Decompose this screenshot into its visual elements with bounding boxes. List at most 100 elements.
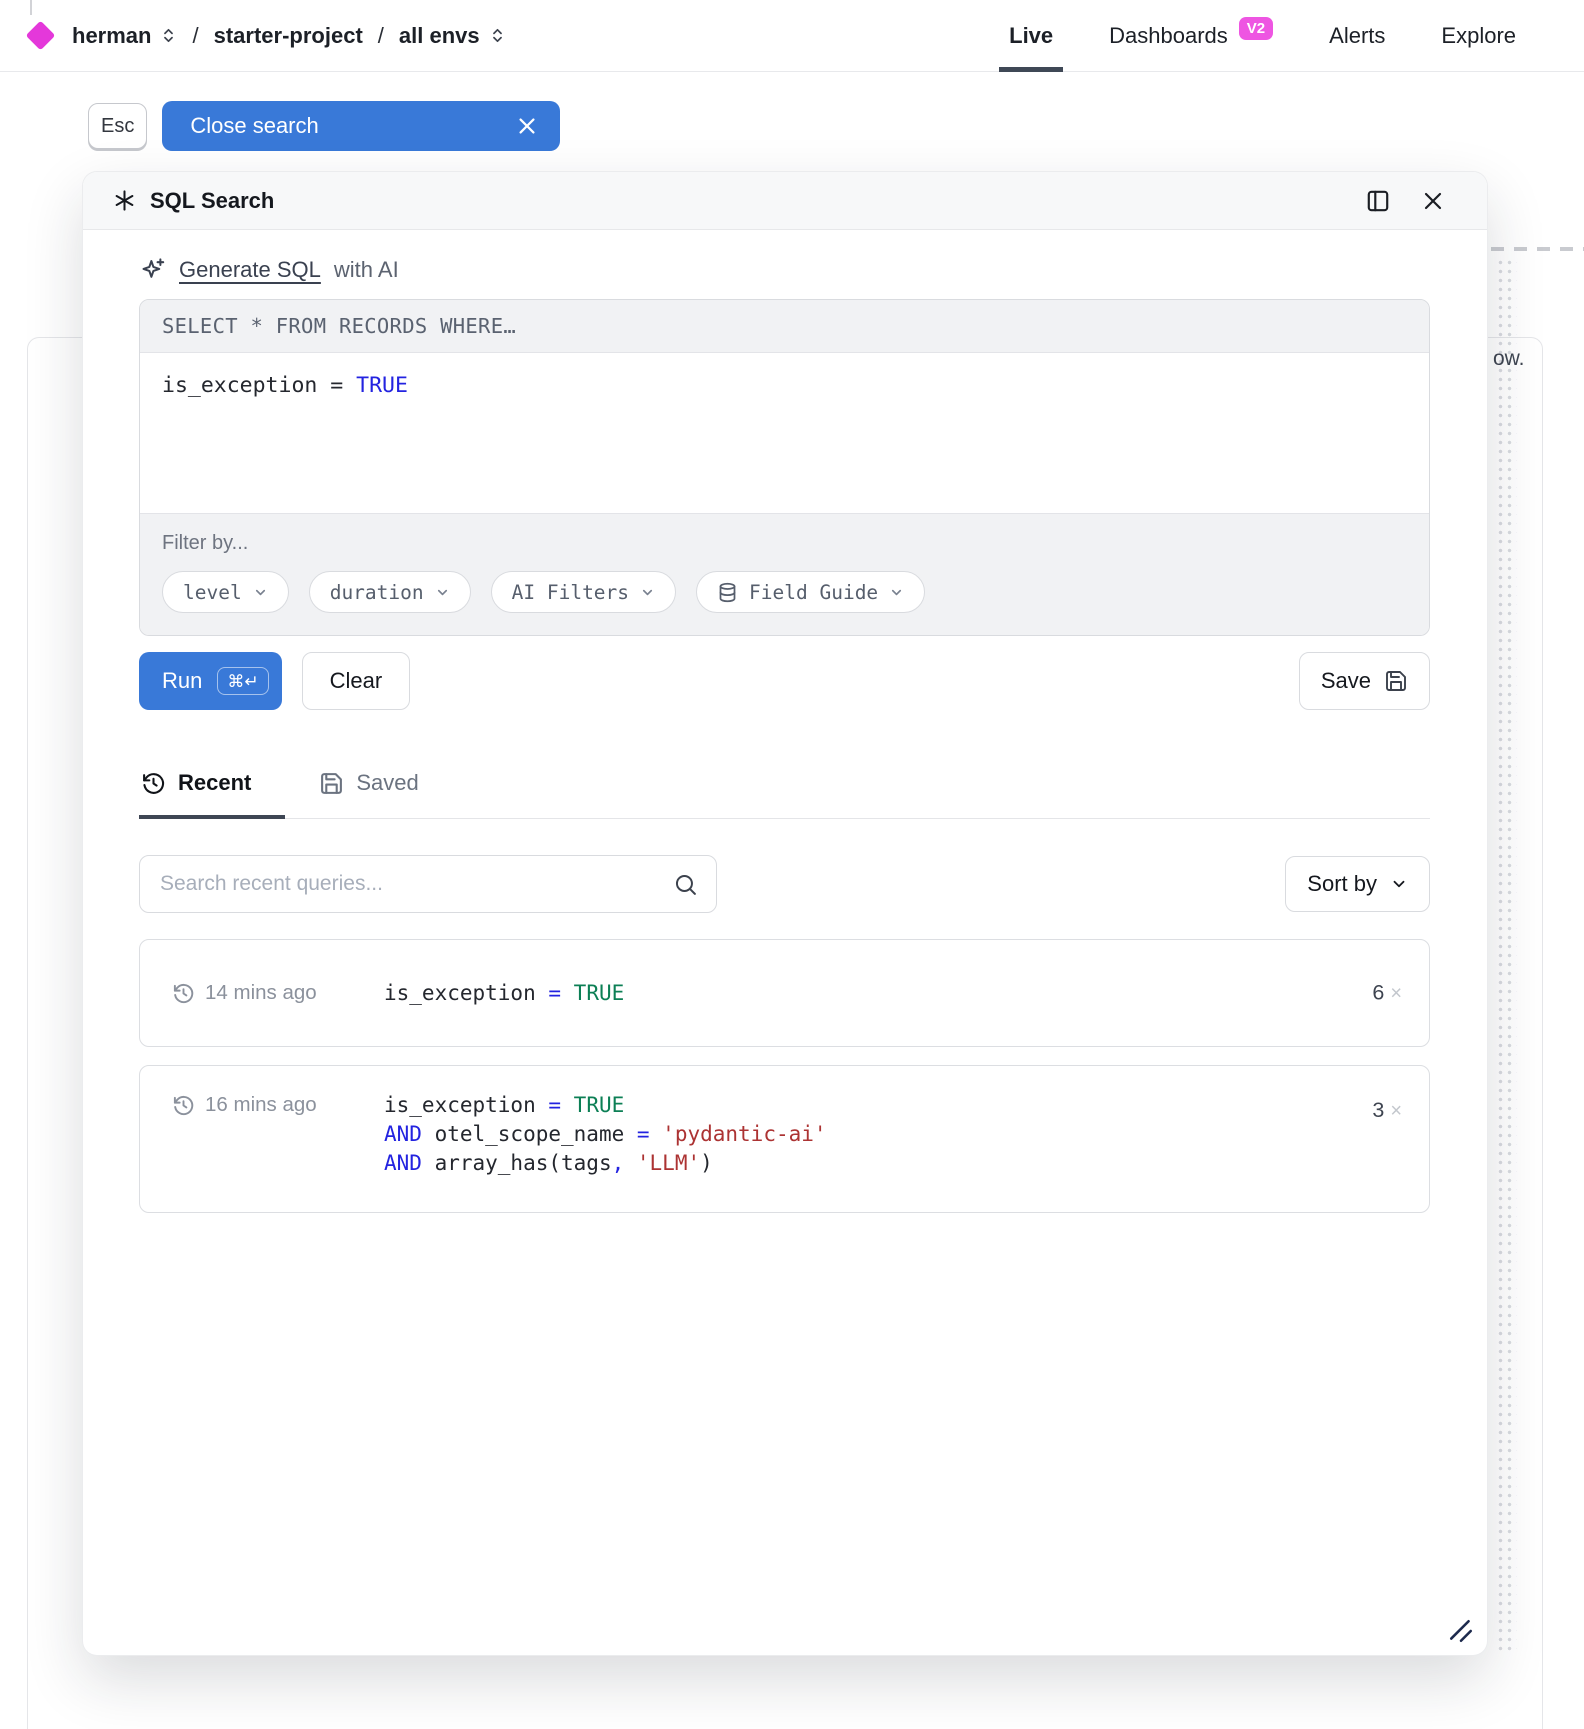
pill-label: Field Guide	[749, 581, 878, 604]
nav-item-label: Dashboards	[1109, 23, 1228, 49]
background-cutoff-text: ow.	[1493, 347, 1525, 371]
code-token: otel_scope_name	[435, 1122, 637, 1146]
code-token: =	[548, 1093, 573, 1117]
chevron-down-icon	[889, 585, 904, 600]
close-icon	[516, 115, 538, 137]
history-icon	[172, 1094, 195, 1117]
modal-title: SQL Search	[113, 188, 274, 214]
nav-item-dashboards[interactable]: Dashboards V2	[1081, 0, 1301, 72]
filter-pill-level[interactable]: level	[162, 571, 289, 613]
save-button[interactable]: Save	[1299, 652, 1430, 710]
sort-by-label: Sort by	[1307, 871, 1377, 897]
breadcrumb-separator: /	[378, 23, 384, 49]
close-search-button[interactable]: Close search	[162, 101, 560, 151]
filter-by-label: Filter by...	[162, 532, 1407, 555]
pill-label: level	[183, 581, 242, 604]
run-label: Run	[162, 668, 202, 694]
chevron-down-icon	[435, 585, 450, 600]
sql-search-modal: SQL Search Generate SQL with AI SELECT *…	[83, 172, 1487, 1655]
breadcrumb-org[interactable]: herman	[72, 23, 177, 49]
timestamp-text: 16 mins ago	[205, 1093, 317, 1117]
asterisk-icon	[113, 189, 136, 212]
code-token: ,	[612, 1151, 637, 1175]
query-run-count: 3×	[1372, 1098, 1402, 1123]
tab-recent[interactable]: Recent	[139, 770, 285, 818]
chevron-down-icon	[1390, 875, 1408, 893]
nav-item-live[interactable]: Live	[981, 0, 1081, 72]
recent-search-input[interactable]	[158, 871, 661, 897]
modal-body: Generate SQL with AI SELECT * FROM RECOR…	[83, 256, 1487, 1213]
query-code: is_exception = TRUEAND otel_scope_name =…	[384, 1091, 827, 1178]
code-token: )	[700, 1151, 713, 1175]
env-name: all envs	[399, 23, 480, 49]
recent-query-card[interactable]: 16 mins ago is_exception = TRUE AND otel_s…	[139, 1065, 1430, 1213]
code-token: AND	[384, 1151, 435, 1175]
modal-header: SQL Search	[83, 172, 1487, 230]
filter-section: Filter by... level duration AI Filters Fiel…	[140, 513, 1429, 635]
background-dot-grid	[1496, 258, 1517, 1654]
chevron-down-icon	[253, 585, 268, 600]
modal-close-icon[interactable]	[1421, 189, 1445, 213]
v2-badge: V2	[1239, 17, 1273, 40]
timestamp-text: 14 mins ago	[205, 981, 317, 1005]
history-icon	[172, 982, 195, 1005]
query-timestamp: 14 mins ago	[172, 981, 384, 1005]
code-token: AND	[384, 1122, 435, 1146]
nav-item-label: Explore	[1441, 23, 1516, 49]
code-token: is_exception	[384, 1093, 548, 1117]
filter-pill-duration[interactable]: duration	[309, 571, 471, 613]
run-count-times: ×	[1390, 983, 1402, 1006]
generate-sql-link[interactable]: Generate SQL	[179, 257, 321, 283]
pill-label: AI Filters	[512, 581, 629, 604]
unfold-chevrons-icon	[160, 27, 177, 44]
run-count-number: 3	[1372, 1098, 1384, 1123]
esc-key-button[interactable]: Esc	[88, 103, 147, 149]
filter-pill-field-guide[interactable]: Field Guide	[696, 571, 925, 613]
logo-diamond-icon	[26, 21, 56, 51]
generate-sql-suffix: with AI	[334, 257, 399, 283]
modal-title-text: SQL Search	[150, 188, 274, 214]
recent-query-card[interactable]: 14 mins ago is_exception = TRUE 6×	[139, 939, 1430, 1047]
database-icon	[717, 582, 738, 603]
pill-label: duration	[330, 581, 424, 604]
run-count-times: ×	[1390, 1100, 1402, 1123]
nav-item-explore[interactable]: Explore	[1413, 0, 1544, 72]
query-run-count: 6×	[1372, 981, 1402, 1006]
recent-search-box	[139, 855, 717, 913]
editor-actions: Run ⌘↵ Clear Save	[139, 652, 1430, 710]
code-token: =	[548, 981, 573, 1005]
main-nav: Live Dashboards V2 Alerts Explore	[981, 0, 1544, 72]
close-search-overlay: Esc Close search	[88, 101, 560, 151]
code-token: array_has(tags	[435, 1151, 612, 1175]
code-token: 'pydantic-ai'	[662, 1122, 826, 1146]
code-token: is_exception	[384, 981, 548, 1005]
sparkles-icon	[139, 256, 166, 283]
sort-by-button[interactable]: Sort by	[1285, 856, 1430, 912]
sql-editor-input[interactable]: is_exception = TRUE	[140, 353, 1429, 513]
nav-item-label: Alerts	[1329, 23, 1385, 49]
code-token: TRUE	[574, 1093, 625, 1117]
tab-saved-label: Saved	[356, 770, 418, 796]
code-token: TRUE	[356, 373, 408, 398]
recent-query-list: 14 mins ago is_exception = TRUE 6× 16 mins …	[139, 939, 1430, 1213]
search-icon[interactable]	[673, 872, 698, 897]
close-search-label: Close search	[190, 113, 318, 139]
query-code-line: is_exception = TRUE	[384, 979, 624, 1008]
chevron-down-icon	[640, 585, 655, 600]
history-icon	[141, 771, 166, 796]
breadcrumb-project[interactable]: starter-project	[214, 23, 363, 49]
filter-pills: level duration AI Filters Field Guide	[162, 571, 1407, 613]
query-code-line: AND array_has(tags, 'LLM')	[384, 1149, 827, 1178]
sql-editor-prefix: SELECT * FROM RECORDS WHERE…	[140, 300, 1429, 353]
run-button[interactable]: Run ⌘↵	[139, 652, 282, 710]
side-panel-icon[interactable]	[1365, 188, 1391, 214]
breadcrumb-env[interactable]: all envs	[399, 23, 506, 49]
filter-pill-ai-filters[interactable]: AI Filters	[491, 571, 676, 613]
resize-handle[interactable]	[1448, 1618, 1474, 1644]
code-token: is_exception =	[162, 373, 356, 398]
background-dashed-line	[1491, 247, 1584, 251]
run-shortcut-badge: ⌘↵	[217, 667, 268, 695]
tab-saved[interactable]: Saved	[317, 770, 452, 818]
clear-button[interactable]: Clear	[302, 652, 411, 710]
nav-item-alerts[interactable]: Alerts	[1301, 0, 1413, 72]
